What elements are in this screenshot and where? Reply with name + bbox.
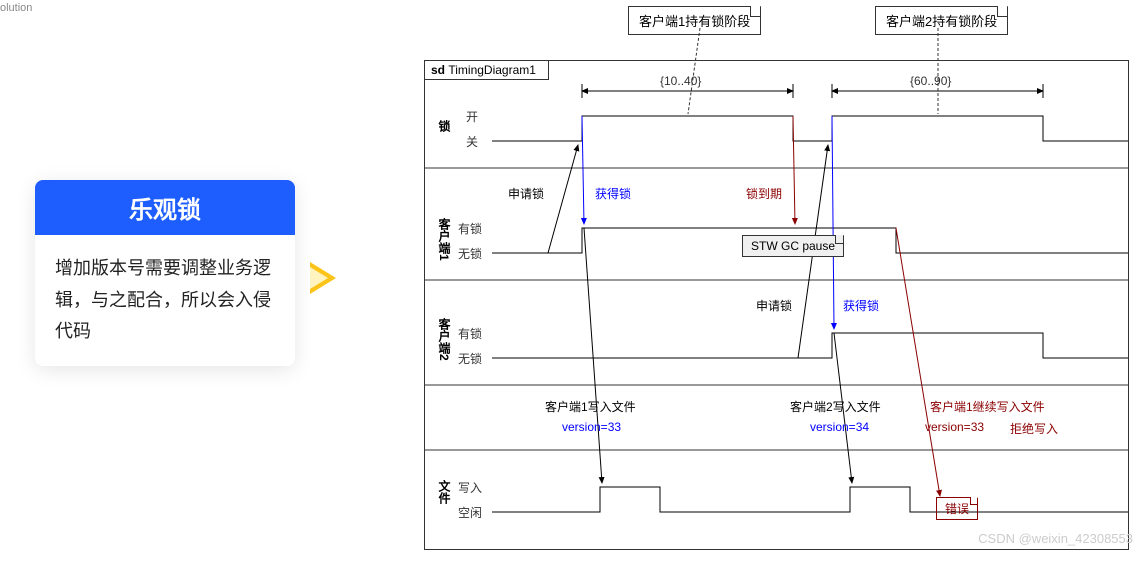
- c2-hi: 有锁: [458, 325, 482, 342]
- lock-hi: 开: [466, 108, 478, 125]
- tab-label: olution: [0, 2, 32, 14]
- err-note: 错误: [936, 497, 978, 520]
- ann-v2: version=34: [810, 420, 869, 434]
- ann-get1: 获得锁: [595, 185, 631, 202]
- file-lo: 空闲: [458, 504, 482, 521]
- watermark: CSDN @weixin_42308553: [978, 531, 1133, 546]
- time-1: {10..40}: [660, 74, 701, 88]
- lock-lo: 关: [466, 133, 478, 150]
- c1-lo: 无锁: [458, 245, 482, 262]
- ann-v1: version=33: [562, 420, 621, 434]
- c2-lo: 无锁: [458, 350, 482, 367]
- ann-apply2: 申请锁: [756, 297, 792, 314]
- ann-w1: 客户端1写入文件: [545, 398, 636, 415]
- arrow-icon-inner: [310, 267, 328, 289]
- card-title: 乐观锁: [35, 180, 295, 235]
- stw-note: STW GC pause: [742, 235, 844, 257]
- info-card: 乐观锁 增加版本号需要调整业务逻辑，与之配合，所以会入侵代码: [35, 180, 295, 366]
- frame-label: sd TimingDiagram1: [425, 61, 549, 80]
- lane-c1: 客户端1: [436, 218, 453, 261]
- note-client1: 客户端1持有锁阶段: [628, 6, 761, 35]
- file-hi: 写入: [458, 479, 482, 496]
- ann-w3: 客户端1继续写入文件: [930, 398, 1045, 415]
- ann-get2: 获得锁: [843, 297, 879, 314]
- lane-c2: 客户端2: [436, 318, 453, 361]
- ann-v3: version=33: [925, 420, 984, 434]
- card-body: 增加版本号需要调整业务逻辑，与之配合，所以会入侵代码: [35, 235, 295, 366]
- lane-file: 文件: [436, 480, 453, 504]
- lane-lock: 锁: [436, 120, 453, 132]
- ann-expire: 锁到期: [746, 185, 782, 202]
- ann-apply1: 申请锁: [508, 185, 544, 202]
- ann-reject: 拒绝写入: [1010, 420, 1058, 437]
- time-2: {60..90}: [910, 74, 951, 88]
- note-client2: 客户端2持有锁阶段: [875, 6, 1008, 35]
- c1-hi: 有锁: [458, 220, 482, 237]
- ann-w2: 客户端2写入文件: [790, 398, 881, 415]
